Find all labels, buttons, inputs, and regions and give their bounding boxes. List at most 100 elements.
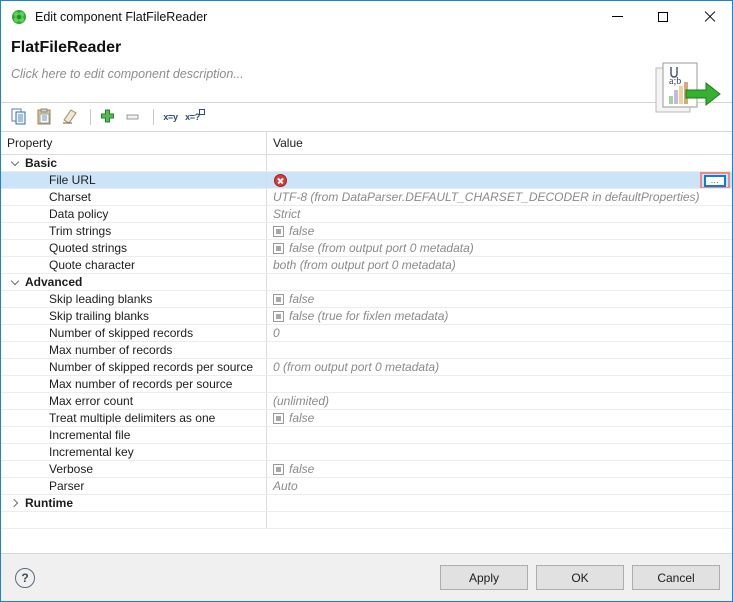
table-row[interactable]: File URL... xyxy=(1,172,732,189)
table-group-row[interactable]: Runtime xyxy=(1,495,732,512)
property-label: Skip trailing blanks xyxy=(49,309,149,323)
svg-text:a;b: a;b xyxy=(669,76,681,87)
value-cell[interactable] xyxy=(267,342,732,358)
property-table: Property Value BasicFile URL...CharsetUT… xyxy=(1,131,732,553)
table-row[interactable]: CharsetUTF-8 (from DataParser.DEFAULT_CH… xyxy=(1,189,732,206)
value-cell[interactable]: false xyxy=(267,223,732,239)
checkbox-inherited-icon[interactable] xyxy=(273,294,284,305)
value-cell[interactable]: false xyxy=(267,291,732,307)
value-cell[interactable]: false xyxy=(267,461,732,477)
ok-button[interactable]: OK xyxy=(536,565,624,590)
property-cell: Incremental file xyxy=(1,427,267,443)
value-cell[interactable] xyxy=(267,376,732,392)
table-group-row[interactable]: Basic xyxy=(1,155,732,172)
table-row[interactable]: Verbosefalse xyxy=(1,461,732,478)
checkbox-inherited-icon[interactable] xyxy=(273,464,284,475)
remove-icon[interactable] xyxy=(122,106,143,127)
value-cell[interactable] xyxy=(267,274,732,290)
table-row[interactable]: Skip trailing blanks false (true for fixl… xyxy=(1,308,732,325)
property-cell: Incremental key xyxy=(1,444,267,460)
table-header-row: Property Value xyxy=(1,132,732,155)
table-row[interactable]: Quoted stringsfalse (from output port 0 … xyxy=(1,240,732,257)
copy-icon[interactable] xyxy=(9,106,30,127)
property-label: Runtime xyxy=(21,496,73,510)
paste-icon[interactable] xyxy=(34,106,55,127)
maximize-button[interactable] xyxy=(640,1,686,32)
chevron-right-icon[interactable] xyxy=(11,498,21,508)
value-cell[interactable]: both (from output port 0 metadata) xyxy=(267,257,732,273)
property-label: Trim strings xyxy=(49,224,111,238)
value-cell[interactable]: ... xyxy=(267,172,732,188)
value-cell[interactable] xyxy=(267,155,732,171)
value-cell[interactable]: 0 xyxy=(267,325,732,341)
toolbar-separator-2 xyxy=(153,109,154,125)
value-cell[interactable]: Strict xyxy=(267,206,732,222)
property-cell: Treat multiple delimiters as one xyxy=(1,410,267,426)
assign-value-icon[interactable]: x=y xyxy=(160,106,181,127)
property-toolbar: x=y x=? xyxy=(1,103,732,131)
property-cell: Skip leading blanks xyxy=(1,291,267,307)
value-cell[interactable]: false (from output port 0 metadata) xyxy=(267,240,732,256)
value-cell[interactable] xyxy=(267,512,732,528)
minimize-button[interactable] xyxy=(594,1,640,32)
assign-expression-icon[interactable]: x=? xyxy=(185,106,206,127)
help-icon[interactable]: ? xyxy=(15,568,35,588)
checkbox-inherited-icon[interactable] xyxy=(273,243,284,254)
table-row[interactable]: Number of skipped records0 xyxy=(1,325,732,342)
value-cell[interactable]: 0 (from output port 0 metadata) xyxy=(267,359,732,375)
value-text: false (from output port 0 metadata) xyxy=(289,241,474,255)
value-cell[interactable]: Auto xyxy=(267,478,732,494)
value-cell[interactable] xyxy=(267,495,732,511)
table-row[interactable]: Data policyStrict xyxy=(1,206,732,223)
column-header-property: Property xyxy=(1,132,267,154)
table-row[interactable]: Quote characterboth (from output port 0 … xyxy=(1,257,732,274)
assign-expression-label: x=? xyxy=(185,112,200,122)
value-text: UTF-8 (from DataParser.DEFAULT_CHARSET_D… xyxy=(273,190,700,204)
add-icon[interactable] xyxy=(97,106,118,127)
window-title: Edit component FlatFileReader xyxy=(35,10,207,24)
table-row[interactable]: Incremental key xyxy=(1,444,732,461)
component-description-field[interactable]: Click here to edit component description… xyxy=(11,57,732,81)
minimize-icon xyxy=(612,16,623,17)
checkbox-inherited-icon[interactable] xyxy=(273,311,284,322)
value-text: 0 xyxy=(273,326,280,340)
table-row[interactable]: Skip leading blanksfalse xyxy=(1,291,732,308)
table-group-row[interactable]: Advanced xyxy=(1,274,732,291)
property-label: Parser xyxy=(49,479,84,493)
window-controls xyxy=(594,1,732,32)
assign-value-label: x=y xyxy=(163,112,177,122)
property-cell: Skip trailing blanks xyxy=(1,308,267,324)
value-cell[interactable] xyxy=(267,427,732,443)
table-row[interactable]: Trim strings false xyxy=(1,223,732,240)
value-cell[interactable] xyxy=(267,444,732,460)
chevron-down-icon[interactable] xyxy=(11,158,21,168)
property-label: Number of skipped records per source xyxy=(49,360,253,374)
ellipsis-label: ... xyxy=(711,178,719,184)
value-cell[interactable]: UTF-8 (from DataParser.DEFAULT_CHARSET_D… xyxy=(267,189,732,205)
table-row[interactable]: Max number of records per source xyxy=(1,376,732,393)
property-cell: Runtime xyxy=(1,495,267,511)
value-cell[interactable]: false (true for fixlen metadata) xyxy=(267,308,732,324)
toolbar-separator xyxy=(90,109,91,125)
property-label: Incremental key xyxy=(49,445,134,459)
table-row[interactable]: Incremental file xyxy=(1,427,732,444)
chevron-down-icon[interactable] xyxy=(11,277,21,287)
apply-button[interactable]: Apply xyxy=(440,565,528,590)
table-row[interactable]: Parser Auto xyxy=(1,478,732,495)
table-row[interactable]: Treat multiple delimiters as onefalse xyxy=(1,410,732,427)
table-row[interactable]: Max error count (unlimited) xyxy=(1,393,732,410)
checkbox-inherited-icon[interactable] xyxy=(273,413,284,424)
checkbox-inherited-icon[interactable] xyxy=(273,226,284,237)
close-button[interactable] xyxy=(686,1,732,32)
property-label: Max error count xyxy=(49,394,133,408)
table-row[interactable] xyxy=(1,512,732,529)
table-row[interactable]: Max number of records xyxy=(1,342,732,359)
cancel-button[interactable]: Cancel xyxy=(632,565,720,590)
clear-icon[interactable] xyxy=(59,106,80,127)
error-icon xyxy=(274,174,287,187)
table-row[interactable]: Number of skipped records per source 0 (f… xyxy=(1,359,732,376)
value-cell[interactable]: (unlimited) xyxy=(267,393,732,409)
browse-ellipsis-button[interactable]: ... xyxy=(704,175,726,187)
value-cell[interactable]: false xyxy=(267,410,732,426)
value-text: 0 (from output port 0 metadata) xyxy=(273,360,439,374)
